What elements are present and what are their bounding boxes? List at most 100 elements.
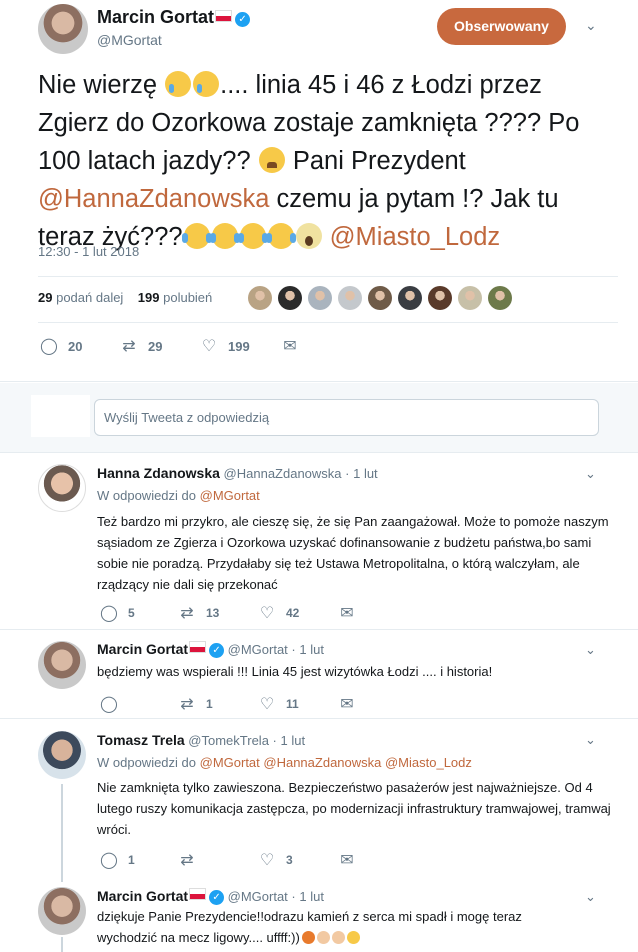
liker-avatar[interactable] bbox=[428, 286, 452, 310]
like-action[interactable]: ♡ 199 bbox=[200, 336, 250, 356]
basketball-icon bbox=[301, 931, 315, 944]
mention-link[interactable]: @Miasto_Lodz bbox=[330, 223, 500, 251]
tweet-timestamp[interactable]: 12:30 - 1 lut 2018 bbox=[38, 244, 139, 259]
retweets-stat[interactable]: 29 podań dalej bbox=[38, 290, 123, 305]
chevron-down-icon[interactable]: ⌄ bbox=[585, 466, 596, 482]
reply-author-name[interactable]: Marcin Gortat bbox=[97, 641, 188, 657]
message-action[interactable]: ✉ bbox=[338, 603, 356, 623]
follow-button[interactable]: Obserwowany bbox=[437, 8, 566, 45]
liker-avatar[interactable] bbox=[248, 286, 272, 310]
mention-link[interactable]: @HannaZdanowska bbox=[38, 185, 269, 213]
author-handle[interactable]: @MGortat bbox=[97, 32, 162, 48]
reply-actions: ◯ ⇄ 1 ♡ 11 ✉ bbox=[0, 694, 638, 714]
liker-avatar[interactable] bbox=[458, 286, 482, 310]
retweet-icon: ⇄ bbox=[180, 696, 194, 713]
retweet-icon: ⇄ bbox=[180, 852, 194, 869]
reply-tweet[interactable]: Tomasz Trela @TomekTrela · 1 lut ⌄ W odp… bbox=[0, 720, 638, 882]
reply-icon: ◯ bbox=[100, 605, 118, 622]
crying-face-icon bbox=[165, 71, 192, 97]
tweet-text-part: Nie wierzę bbox=[38, 71, 165, 99]
verified-icon: ✓ bbox=[235, 12, 251, 27]
reply-action[interactable]: ◯ 20 bbox=[40, 336, 82, 356]
chevron-down-icon[interactable]: ⌄ bbox=[585, 642, 596, 658]
reply-tweet[interactable]: Marcin Gortat ✓ @MGortat · 1 lut ⌄ będzie… bbox=[0, 631, 638, 719]
retweet-count: 1 bbox=[206, 697, 213, 711]
avatar[interactable] bbox=[38, 731, 86, 779]
reply-tweet[interactable]: Marcin Gortat ✓ @MGortat · 1 lut ⌄ dzięku… bbox=[0, 882, 638, 952]
like-action[interactable]: ♡ 3 bbox=[258, 850, 293, 870]
reply-action[interactable]: ◯ bbox=[100, 694, 128, 714]
message-icon: ✉ bbox=[283, 338, 297, 355]
reply-text-line: wychodzić na mecz ligowy.... uffff:)) bbox=[97, 930, 300, 945]
liker-avatar[interactable] bbox=[488, 286, 512, 310]
message-action[interactable]: ✉ bbox=[281, 336, 299, 356]
avatar[interactable] bbox=[38, 641, 86, 689]
reply-time[interactable]: · 1 lut bbox=[273, 733, 306, 748]
like-action[interactable]: ♡ 42 bbox=[258, 603, 300, 623]
retweet-action[interactable]: ⇄ 13 bbox=[178, 603, 219, 623]
retweets-count: 29 bbox=[38, 290, 53, 305]
message-action[interactable]: ✉ bbox=[338, 850, 356, 870]
reply-count: 5 bbox=[128, 606, 135, 620]
avatar[interactable] bbox=[38, 887, 86, 935]
like-count: 199 bbox=[228, 338, 250, 354]
verified-icon: ✓ bbox=[209, 643, 225, 658]
like-icon: ♡ bbox=[259, 852, 275, 869]
mention-link[interactable]: @MGortat @HannaZdanowska @Miasto_Lodz bbox=[200, 755, 472, 770]
liker-avatar[interactable] bbox=[338, 286, 362, 310]
poland-flag-icon bbox=[189, 888, 207, 900]
message-action[interactable]: ✉ bbox=[338, 694, 356, 714]
likes-stat[interactable]: 199 polubień bbox=[138, 290, 212, 305]
author-avatar[interactable] bbox=[38, 4, 88, 54]
tears-of-joy-icon bbox=[181, 223, 212, 249]
reply-actions: ◯ 5 ⇄ 13 ♡ 42 ✉ bbox=[0, 603, 638, 623]
reply-time[interactable]: · 1 lut bbox=[291, 889, 324, 904]
reply-header: Marcin Gortat ✓ @MGortat · 1 lut bbox=[97, 641, 324, 658]
retweet-action[interactable]: ⇄ 29 bbox=[120, 336, 162, 356]
user-avatar bbox=[31, 395, 90, 437]
reply-author-handle[interactable]: @TomekTrela bbox=[188, 733, 269, 748]
reply-icon: ◯ bbox=[40, 338, 58, 355]
chevron-down-icon[interactable]: ⌄ bbox=[585, 889, 596, 905]
mention-link[interactable]: @MGortat bbox=[200, 488, 260, 503]
author-name[interactable]: Marcin Gortat bbox=[97, 7, 214, 27]
like-icon: ♡ bbox=[259, 696, 275, 713]
like-action[interactable]: ♡ 11 bbox=[258, 694, 299, 714]
reply-author-handle[interactable]: @MGortat bbox=[228, 889, 288, 904]
reply-author-handle[interactable]: @HannaZdanowska bbox=[224, 466, 342, 481]
liker-avatar[interactable] bbox=[398, 286, 422, 310]
reply-input[interactable] bbox=[94, 399, 599, 436]
weary-face-icon bbox=[258, 147, 285, 173]
chevron-down-icon[interactable]: ⌄ bbox=[585, 17, 597, 34]
crying-face-icon bbox=[193, 71, 220, 97]
message-icon: ✉ bbox=[340, 605, 354, 622]
divider bbox=[38, 276, 618, 277]
reply-text: Nie zamknięta tylko zawieszona. Bezpiecz… bbox=[97, 780, 611, 837]
retweet-icon: ⇄ bbox=[180, 605, 194, 622]
poland-flag-icon bbox=[189, 641, 207, 653]
retweet-action[interactable]: ⇄ bbox=[178, 850, 206, 870]
reply-time[interactable]: · 1 lut bbox=[291, 642, 324, 657]
reply-text: dziękuje Panie Prezydencie!!odrazu kamie… bbox=[97, 906, 612, 948]
reply-author-name[interactable]: Tomasz Trela bbox=[97, 732, 185, 748]
avatar[interactable] bbox=[38, 464, 86, 512]
reply-author-name[interactable]: Hanna Zdanowska bbox=[97, 465, 220, 481]
reply-header: Marcin Gortat ✓ @MGortat · 1 lut bbox=[97, 888, 324, 905]
chevron-down-icon[interactable]: ⌄ bbox=[585, 732, 596, 748]
liker-avatar[interactable] bbox=[368, 286, 392, 310]
reply-author-name[interactable]: Marcin Gortat bbox=[97, 888, 188, 904]
reply-text: Też bardzo mi przykro, ale cieszę się, ż… bbox=[97, 514, 609, 592]
liker-avatar[interactable] bbox=[278, 286, 302, 310]
reply-author-handle[interactable]: @MGortat bbox=[228, 642, 288, 657]
like-count: 42 bbox=[286, 606, 300, 620]
reply-text-line: dziękuje Panie Prezydencie!!odrazu kamie… bbox=[97, 909, 522, 924]
reply-count: 1 bbox=[128, 853, 135, 867]
reply-action[interactable]: ◯ 5 bbox=[100, 603, 135, 623]
retweet-action[interactable]: ⇄ 1 bbox=[178, 694, 213, 714]
reply-count: 20 bbox=[68, 338, 83, 354]
liker-avatar[interactable] bbox=[308, 286, 332, 310]
reply-tweet[interactable]: Hanna Zdanowska @HannaZdanowska · 1 lut … bbox=[0, 454, 638, 630]
author-name-row[interactable]: Marcin Gortat ✓ bbox=[97, 7, 251, 28]
reply-action[interactable]: ◯ 1 bbox=[100, 850, 135, 870]
reply-time[interactable]: · 1 lut bbox=[345, 466, 378, 481]
